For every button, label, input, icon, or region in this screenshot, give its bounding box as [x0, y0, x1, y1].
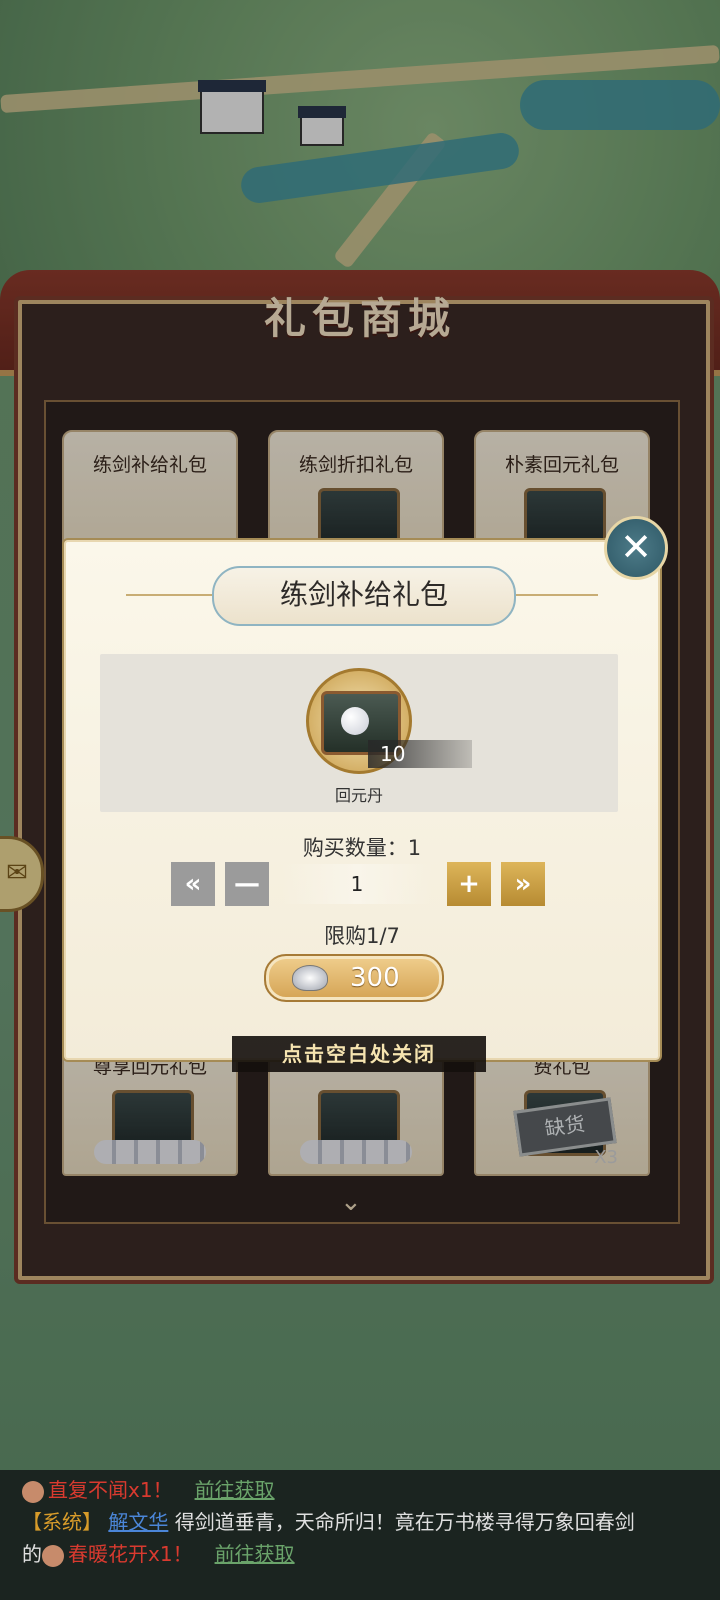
buy-button[interactable]: 300: [264, 954, 444, 1002]
reward-item-name: 回元丹: [334, 786, 383, 805]
chat-link[interactable]: 前往获取: [195, 1478, 275, 1502]
purchase-limit: 限购1/7: [324, 924, 400, 948]
system-tag: 【系统】: [22, 1510, 102, 1534]
purchase-quantity-label: 购买数量：1: [302, 836, 422, 860]
increase-button[interactable]: +: [447, 862, 491, 906]
chat-text: 得剑道垂青，天命所归！竟在万书楼寻得万象回春剑: [174, 1510, 635, 1534]
minus-icon: —: [234, 869, 260, 899]
double-left-icon: «: [184, 869, 202, 899]
buy-price: 300: [350, 963, 400, 993]
quantity-input[interactable]: 1: [282, 864, 432, 904]
chat-ticker: 直复不闻x1！ 前往获取 【系统】 解文华 得剑道垂青，天命所归！竟在万书楼寻得万…: [0, 1470, 720, 1600]
chat-item: 春暖花开x1: [68, 1542, 173, 1566]
gift-detail-modal: 练剑补给礼包 10 回元丹 购买数量：1 « — 1 + » 限购1/7 300: [64, 540, 660, 1060]
pearl-icon: [341, 707, 369, 735]
chat-text: 的: [22, 1542, 42, 1566]
chat-link[interactable]: 前往获取: [215, 1542, 295, 1566]
decrease-button[interactable]: —: [225, 862, 269, 906]
double-right-icon: »: [514, 869, 532, 899]
silver-ingot-icon: [292, 965, 328, 991]
close-button[interactable]: ✕: [604, 516, 668, 580]
chat-line: 的 春暖花开x1！ 前往获取: [22, 1538, 295, 1567]
header-divider: [508, 594, 598, 596]
reward-panel: 10 回元丹: [100, 654, 618, 812]
reward-item-quantity: 10: [368, 740, 472, 768]
avatar: [22, 1480, 44, 1503]
close-icon: ✕: [620, 525, 652, 569]
chat-item: 直复不闻x1: [48, 1478, 153, 1502]
close-hint: 点击空白处关闭: [232, 1036, 486, 1072]
decrease-max-button[interactable]: «: [171, 862, 215, 906]
modal-title: 练剑补给礼包: [212, 566, 516, 626]
chat-line: 【系统】 解文华 得剑道垂青，天命所归！竟在万书楼寻得万象回春剑: [22, 1506, 635, 1535]
header-divider: [126, 594, 216, 596]
chat-user[interactable]: 解文华: [108, 1510, 168, 1534]
chat-mark: ！: [172, 1542, 193, 1566]
chat-line: 直复不闻x1！ 前往获取: [22, 1474, 275, 1503]
plus-icon: +: [458, 869, 480, 899]
avatar: [42, 1544, 64, 1567]
increase-max-button[interactable]: »: [501, 862, 545, 906]
chat-mark: ！: [152, 1478, 173, 1502]
